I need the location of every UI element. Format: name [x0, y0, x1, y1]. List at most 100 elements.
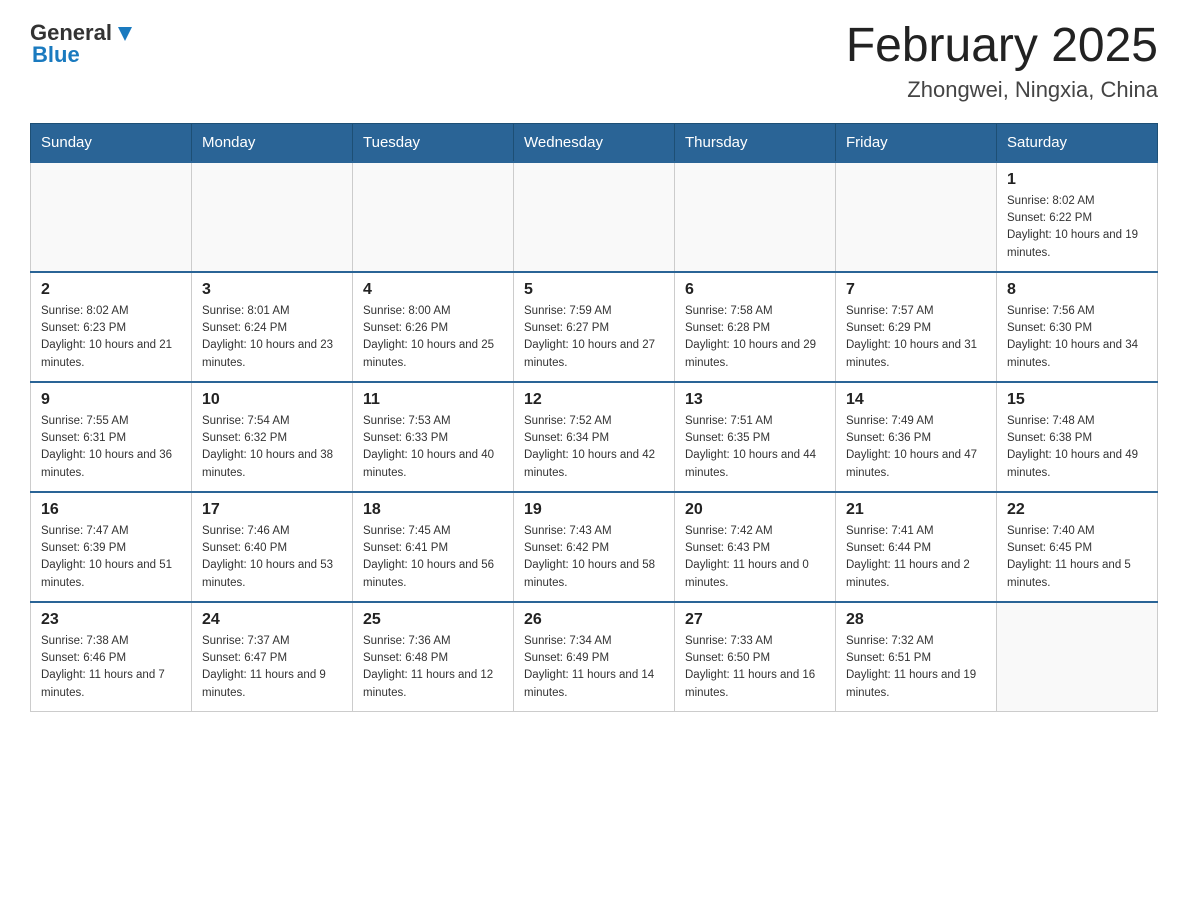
logo: General Blue	[30, 20, 136, 68]
week-row-4: 23 Sunrise: 7:38 AM Sunset: 6:46 PM Dayli…	[31, 602, 1158, 712]
day-number: 1	[1007, 171, 1147, 189]
day-number: 7	[846, 281, 986, 299]
calendar-cell	[836, 162, 997, 272]
day-number: 15	[1007, 391, 1147, 409]
page-header: General Blue February 2025 Zhongwei, Nin…	[30, 20, 1158, 103]
calendar-cell: 1 Sunrise: 8:02 AM Sunset: 6:22 PM Daylig…	[997, 162, 1158, 272]
day-number: 26	[524, 611, 664, 629]
day-info: Sunrise: 8:01 AM Sunset: 6:24 PM Dayligh…	[202, 303, 342, 372]
day-number: 24	[202, 611, 342, 629]
calendar-cell: 3 Sunrise: 8:01 AM Sunset: 6:24 PM Daylig…	[192, 272, 353, 382]
calendar-cell: 9 Sunrise: 7:55 AM Sunset: 6:31 PM Daylig…	[31, 382, 192, 492]
day-info: Sunrise: 7:52 AM Sunset: 6:34 PM Dayligh…	[524, 413, 664, 482]
logo-blue-text: Blue	[32, 42, 136, 68]
calendar-cell	[31, 162, 192, 272]
day-info: Sunrise: 7:58 AM Sunset: 6:28 PM Dayligh…	[685, 303, 825, 372]
calendar-cell: 8 Sunrise: 7:56 AM Sunset: 6:30 PM Daylig…	[997, 272, 1158, 382]
calendar-cell: 10 Sunrise: 7:54 AM Sunset: 6:32 PM Dayli…	[192, 382, 353, 492]
day-number: 28	[846, 611, 986, 629]
weekday-header-saturday: Saturday	[997, 123, 1158, 162]
day-info: Sunrise: 7:37 AM Sunset: 6:47 PM Dayligh…	[202, 633, 342, 702]
calendar-cell: 5 Sunrise: 7:59 AM Sunset: 6:27 PM Daylig…	[514, 272, 675, 382]
weekday-header-row: SundayMondayTuesdayWednesdayThursdayFrid…	[31, 123, 1158, 162]
day-number: 8	[1007, 281, 1147, 299]
day-info: Sunrise: 7:45 AM Sunset: 6:41 PM Dayligh…	[363, 523, 503, 592]
calendar-cell: 17 Sunrise: 7:46 AM Sunset: 6:40 PM Dayli…	[192, 492, 353, 602]
calendar-cell: 28 Sunrise: 7:32 AM Sunset: 6:51 PM Dayli…	[836, 602, 997, 712]
day-number: 14	[846, 391, 986, 409]
day-number: 21	[846, 501, 986, 519]
day-info: Sunrise: 7:49 AM Sunset: 6:36 PM Dayligh…	[846, 413, 986, 482]
day-info: Sunrise: 7:56 AM Sunset: 6:30 PM Dayligh…	[1007, 303, 1147, 372]
calendar-table: SundayMondayTuesdayWednesdayThursdayFrid…	[30, 123, 1158, 713]
day-info: Sunrise: 7:46 AM Sunset: 6:40 PM Dayligh…	[202, 523, 342, 592]
weekday-header-sunday: Sunday	[31, 123, 192, 162]
day-info: Sunrise: 7:59 AM Sunset: 6:27 PM Dayligh…	[524, 303, 664, 372]
day-number: 4	[363, 281, 503, 299]
calendar-cell: 15 Sunrise: 7:48 AM Sunset: 6:38 PM Dayli…	[997, 382, 1158, 492]
day-number: 2	[41, 281, 181, 299]
calendar-cell: 24 Sunrise: 7:37 AM Sunset: 6:47 PM Dayli…	[192, 602, 353, 712]
day-number: 9	[41, 391, 181, 409]
day-number: 16	[41, 501, 181, 519]
calendar-cell: 18 Sunrise: 7:45 AM Sunset: 6:41 PM Dayli…	[353, 492, 514, 602]
calendar-cell: 22 Sunrise: 7:40 AM Sunset: 6:45 PM Dayli…	[997, 492, 1158, 602]
location-title: Zhongwei, Ningxia, China	[846, 77, 1158, 103]
calendar-cell: 26 Sunrise: 7:34 AM Sunset: 6:49 PM Dayli…	[514, 602, 675, 712]
day-number: 11	[363, 391, 503, 409]
day-number: 17	[202, 501, 342, 519]
day-number: 25	[363, 611, 503, 629]
calendar-cell: 2 Sunrise: 8:02 AM Sunset: 6:23 PM Daylig…	[31, 272, 192, 382]
day-info: Sunrise: 7:48 AM Sunset: 6:38 PM Dayligh…	[1007, 413, 1147, 482]
calendar-cell: 13 Sunrise: 7:51 AM Sunset: 6:35 PM Dayli…	[675, 382, 836, 492]
weekday-header-tuesday: Tuesday	[353, 123, 514, 162]
calendar-cell: 20Sunrise: 7:42 AM Sunset: 6:43 PM Dayli…	[675, 492, 836, 602]
calendar-cell: 27Sunrise: 7:33 AM Sunset: 6:50 PM Dayli…	[675, 602, 836, 712]
day-number: 23	[41, 611, 181, 629]
day-number: 19	[524, 501, 664, 519]
day-number: 18	[363, 501, 503, 519]
calendar-cell: 16Sunrise: 7:47 AM Sunset: 6:39 PM Dayli…	[31, 492, 192, 602]
day-info: Sunrise: 7:41 AM Sunset: 6:44 PM Dayligh…	[846, 523, 986, 592]
day-info: Sunrise: 7:57 AM Sunset: 6:29 PM Dayligh…	[846, 303, 986, 372]
calendar-cell: 23 Sunrise: 7:38 AM Sunset: 6:46 PM Dayli…	[31, 602, 192, 712]
calendar-cell: 4 Sunrise: 8:00 AM Sunset: 6:26 PM Daylig…	[353, 272, 514, 382]
calendar-cell: 12 Sunrise: 7:52 AM Sunset: 6:34 PM Dayli…	[514, 382, 675, 492]
week-row-2: 9 Sunrise: 7:55 AM Sunset: 6:31 PM Daylig…	[31, 382, 1158, 492]
calendar-cell	[192, 162, 353, 272]
weekday-header-monday: Monday	[192, 123, 353, 162]
day-info: Sunrise: 7:33 AM Sunset: 6:50 PM Dayligh…	[685, 633, 825, 702]
day-number: 6	[685, 281, 825, 299]
day-number: 10	[202, 391, 342, 409]
day-info: Sunrise: 8:02 AM Sunset: 6:22 PM Dayligh…	[1007, 193, 1147, 262]
day-info: Sunrise: 7:53 AM Sunset: 6:33 PM Dayligh…	[363, 413, 503, 482]
day-info: Sunrise: 7:40 AM Sunset: 6:45 PM Dayligh…	[1007, 523, 1147, 592]
day-info: Sunrise: 7:54 AM Sunset: 6:32 PM Dayligh…	[202, 413, 342, 482]
day-number: 13	[685, 391, 825, 409]
week-row-3: 16Sunrise: 7:47 AM Sunset: 6:39 PM Dayli…	[31, 492, 1158, 602]
calendar-cell	[514, 162, 675, 272]
month-title: February 2025	[846, 20, 1158, 73]
day-number: 5	[524, 281, 664, 299]
day-info: Sunrise: 7:43 AM Sunset: 6:42 PM Dayligh…	[524, 523, 664, 592]
day-info: Sunrise: 7:51 AM Sunset: 6:35 PM Dayligh…	[685, 413, 825, 482]
calendar-cell: 7 Sunrise: 7:57 AM Sunset: 6:29 PM Daylig…	[836, 272, 997, 382]
day-info: Sunrise: 7:38 AM Sunset: 6:46 PM Dayligh…	[41, 633, 181, 702]
day-info: Sunrise: 7:32 AM Sunset: 6:51 PM Dayligh…	[846, 633, 986, 702]
day-info: Sunrise: 8:02 AM Sunset: 6:23 PM Dayligh…	[41, 303, 181, 372]
day-number: 20	[685, 501, 825, 519]
day-number: 12	[524, 391, 664, 409]
calendar-cell: 19 Sunrise: 7:43 AM Sunset: 6:42 PM Dayli…	[514, 492, 675, 602]
weekday-header-thursday: Thursday	[675, 123, 836, 162]
calendar-cell: 6 Sunrise: 7:58 AM Sunset: 6:28 PM Daylig…	[675, 272, 836, 382]
day-info: Sunrise: 8:00 AM Sunset: 6:26 PM Dayligh…	[363, 303, 503, 372]
calendar-cell: 21 Sunrise: 7:41 AM Sunset: 6:44 PM Dayli…	[836, 492, 997, 602]
weekday-header-wednesday: Wednesday	[514, 123, 675, 162]
day-info: Sunrise: 7:55 AM Sunset: 6:31 PM Dayligh…	[41, 413, 181, 482]
day-info: Sunrise: 7:34 AM Sunset: 6:49 PM Dayligh…	[524, 633, 664, 702]
calendar-cell	[675, 162, 836, 272]
week-row-0: 1 Sunrise: 8:02 AM Sunset: 6:22 PM Daylig…	[31, 162, 1158, 272]
week-row-1: 2 Sunrise: 8:02 AM Sunset: 6:23 PM Daylig…	[31, 272, 1158, 382]
day-number: 3	[202, 281, 342, 299]
day-number: 22	[1007, 501, 1147, 519]
